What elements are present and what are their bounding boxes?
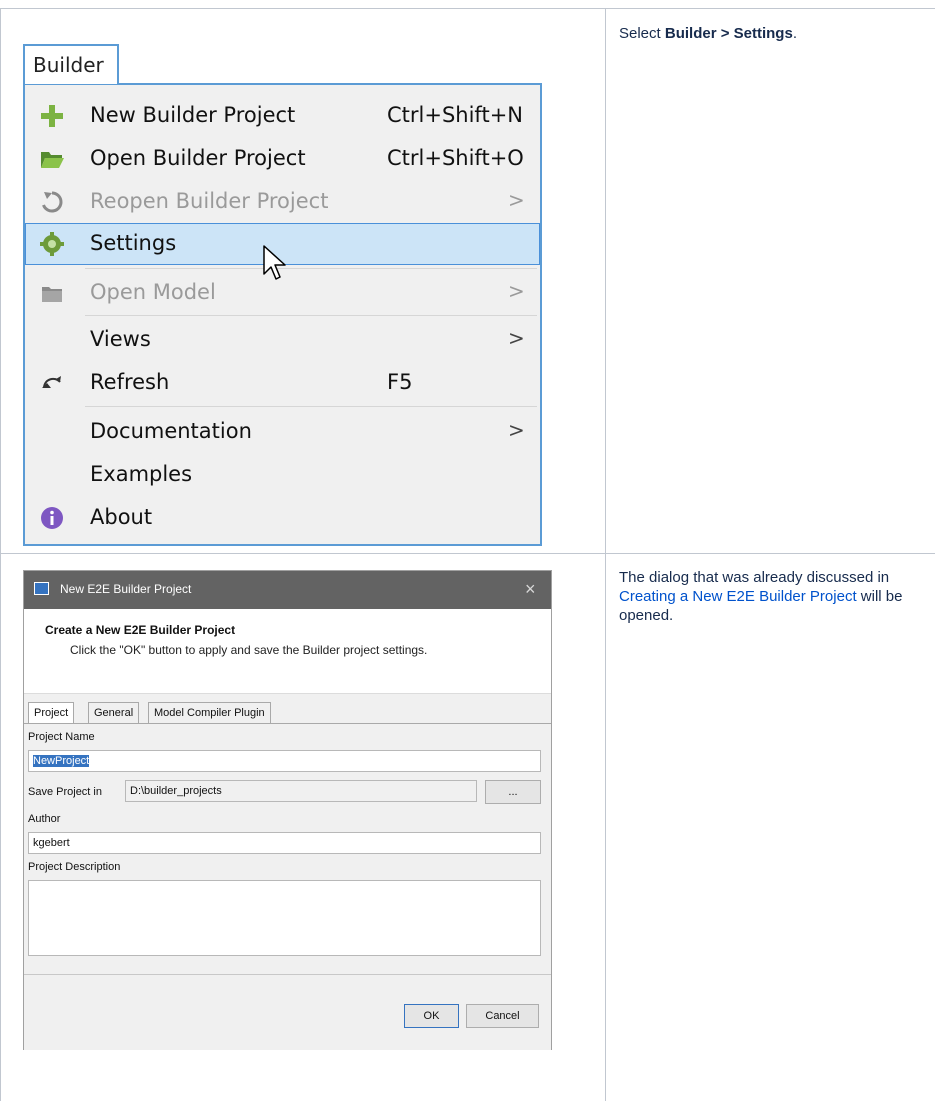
ok-button[interactable]: OK [404,1004,459,1028]
save-in-input[interactable]: D:\builder_projects [125,780,477,802]
table-column-divider [605,8,606,1101]
model-icon [42,287,62,302]
dialog-title: New E2E Builder Project [60,582,192,596]
menu-item-views[interactable]: Views > [25,319,540,361]
menu-item-shortcut: Ctrl+Shift+N [387,103,523,127]
project-description-label: Project Description [28,861,121,873]
menu-item-label: Open Model [90,280,216,304]
dialog-header-title: Create a New E2E Builder Project [45,623,236,637]
dialog-footer: OK Cancel [24,974,551,1050]
gear-icon [40,232,64,256]
menu-item-label: Views [90,327,151,351]
tab-model-compiler-plugin[interactable]: Model Compiler Plugin [148,702,271,724]
builder-menu-label: Builder [33,53,104,77]
submenu-arrow-icon: > [508,326,525,350]
menu-item-shortcut: F5 [387,370,413,394]
project-description-textarea[interactable] [28,880,541,956]
cancel-button[interactable]: Cancel [466,1004,539,1028]
builder-menu: New Builder Project Ctrl+Shift+N Open Bu… [23,83,542,546]
save-in-label: Save Project in [28,786,102,798]
table-top-border [0,8,935,9]
menu-item-label: New Builder Project [90,103,296,127]
dialog-titlebar[interactable]: New E2E Builder Project × [24,571,551,609]
reopen-icon [42,191,63,213]
menu-separator [85,406,537,407]
table-row-divider [0,553,935,554]
builder-menu-title[interactable]: Builder [23,44,119,84]
menu-item-label: Settings [90,231,177,255]
menu-item-reopen-builder-project[interactable]: Reopen Builder Project > [25,181,540,223]
step-select-settings: Select Builder > Settings. [619,25,797,42]
project-tab-panel: Project Name NewProject Save Project in … [24,723,551,974]
menu-item-refresh[interactable]: Refresh F5 [25,362,540,404]
dialog-header-description: Click the "OK" button to apply and save … [70,643,428,657]
info-icon [41,507,63,529]
submenu-arrow-icon: > [508,418,525,442]
author-input[interactable]: kgebert [28,832,541,854]
submenu-arrow-icon: > [508,279,525,303]
plus-icon [41,105,63,127]
step-dialog-opened: The dialog that was already discussed in… [619,569,903,624]
tab-general[interactable]: General [88,702,140,724]
tab-project[interactable]: Project [28,702,75,725]
menu-item-documentation[interactable]: Documentation > [25,411,540,453]
table-left-border [0,8,1,1101]
app-icon [34,582,49,595]
creating-project-link[interactable]: Creating a New E2E Builder Project [619,588,857,605]
author-label: Author [28,813,61,825]
menu-item-shortcut: Ctrl+Shift+O [387,146,524,170]
close-icon[interactable]: × [525,579,536,600]
menu-item-label: Reopen Builder Project [90,189,329,213]
menu-separator [85,315,537,316]
menu-item-label: About [90,505,153,529]
submenu-arrow-icon: > [508,188,525,212]
mouse-pointer-icon [263,245,286,280]
menu-item-label: Open Builder Project [90,146,306,170]
menu-item-examples[interactable]: Examples [25,454,540,496]
folder-open-icon [41,152,64,168]
refresh-icon [42,376,61,389]
browse-button[interactable]: ... [485,780,541,804]
project-name-label: Project Name [28,731,95,743]
dialog-header: Create a New E2E Builder Project Click t… [24,609,551,694]
menu-separator [85,268,537,269]
menu-item-open-builder-project[interactable]: Open Builder Project Ctrl+Shift+O [25,138,540,180]
menu-item-new-builder-project[interactable]: New Builder Project Ctrl+Shift+N [25,95,540,137]
menu-item-label: Refresh [90,370,170,394]
project-name-input[interactable]: NewProject [28,750,541,772]
menu-item-label: Examples [90,462,193,486]
menu-item-about[interactable]: About [25,497,540,539]
menu-item-label: Documentation [90,419,252,443]
new-project-dialog: New E2E Builder Project × Create a New E… [23,570,552,1050]
